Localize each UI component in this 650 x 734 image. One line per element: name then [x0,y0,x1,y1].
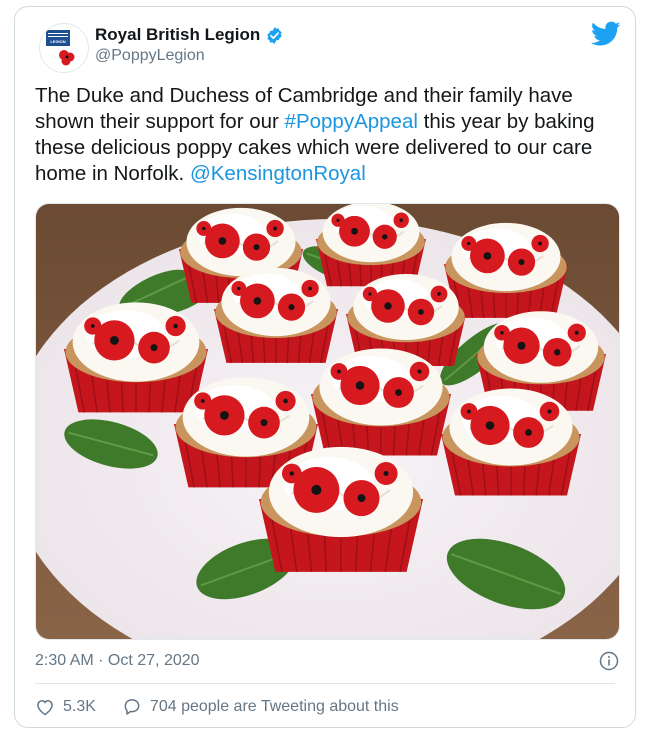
tweet-timestamp[interactable]: 2:30 AM · Oct 27, 2020 [35,652,200,670]
cupcake [214,267,338,364]
tweet-photo[interactable] [35,203,620,640]
like-count: 5.3K [63,698,96,715]
cupcake [311,348,451,456]
poppy-cupcakes-image [36,204,619,639]
cupcake [441,388,581,496]
hashtag-link[interactable]: #PoppyAppeal [285,110,418,133]
divider [35,683,615,684]
twitter-bird-icon[interactable] [591,21,621,47]
cupcake [64,302,208,413]
avatar[interactable]: LEGION [39,23,89,73]
conversation-button[interactable]: 704 people are Tweeting about this [122,697,399,717]
verified-badge-icon [267,26,282,44]
royal-british-legion-logo: LEGION [46,30,75,66]
svg-text:LEGION: LEGION [50,39,65,44]
mention-link[interactable]: @KensingtonRoyal [190,162,366,185]
info-icon[interactable] [599,651,619,671]
conversation-count: 704 people are Tweeting about this [149,698,399,715]
cupcake [316,204,426,287]
author-handle[interactable]: @PoppyLegion [95,47,205,65]
author-name[interactable]: Royal British Legion [95,25,260,45]
tweet-card: LEGION Royal British Legion @PoppyLegion… [14,6,636,728]
tweet-actions: 5.3K 704 people are Tweeting about this [35,697,399,717]
cupcake [444,222,568,319]
speech-bubble-icon [124,699,140,715]
tweet-text: The Duke and Duchess of Cambridge and th… [35,83,620,187]
heart-icon [37,699,53,716]
like-button[interactable]: 5.3K [35,697,96,717]
cupcake [259,446,423,573]
